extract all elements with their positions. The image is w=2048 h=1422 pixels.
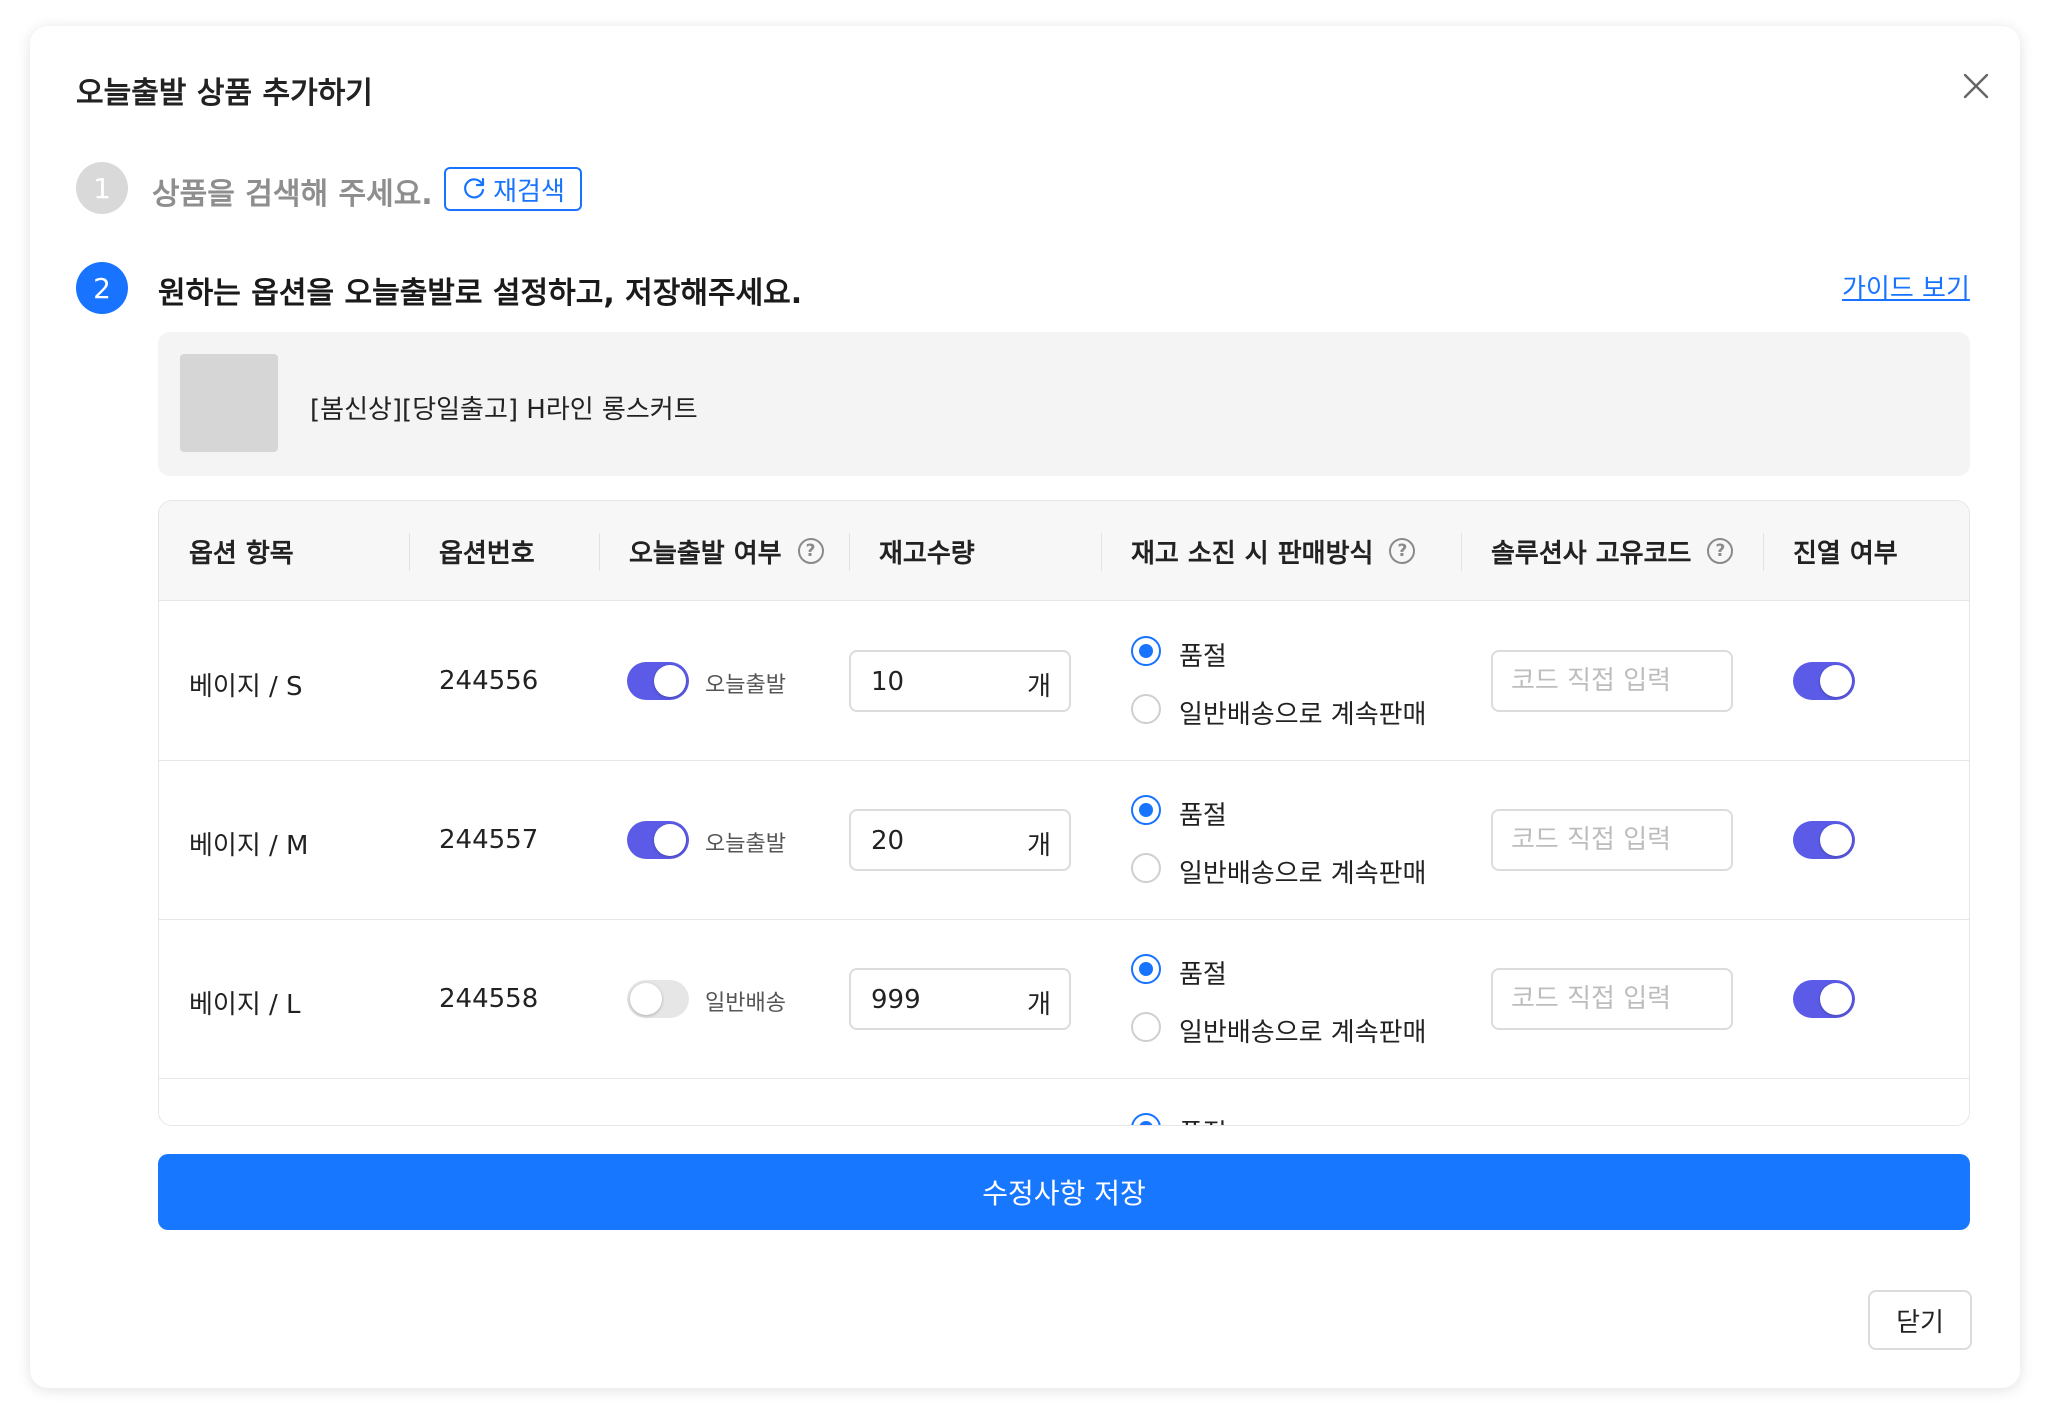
today-ship-label: 오늘출발 <box>705 832 786 857</box>
radio-soldout-label: 품절 <box>1179 801 1227 831</box>
save-changes-button[interactable]: 수정사항 저장 <box>158 1154 1970 1230</box>
modal-title: 오늘출발 상품 추가하기 <box>76 76 373 111</box>
modal-dialog: 오늘출발 상품 추가하기 1 상품을 검색해 주세요. 재검색 2 원하는 옵션… <box>30 26 2020 1388</box>
radio-continue-sale[interactable] <box>1131 1012 1161 1042</box>
stock-qty-value: 10 <box>871 667 905 697</box>
radio-continue-sale-label: 일반배송으로 계속판매 <box>1179 700 1427 730</box>
radio-soldout-label: 품절 <box>1179 960 1227 990</box>
table-row: 베이지 / L 244558 일반배송 999 개 품절 일반배송으로 계속판매 <box>159 920 1969 1079</box>
product-name: [봄신상][당일출고] H라인 롱스커트 <box>310 395 698 425</box>
option-name: 베이지 / S <box>189 672 303 702</box>
step-2-text: 원하는 옵션을 오늘출발로 설정하고, 저장해주세요. <box>158 276 803 311</box>
research-button-label: 재검색 <box>493 176 565 207</box>
stock-qty-input[interactable]: 20 개 <box>849 809 1071 871</box>
help-icon[interactable]: ? <box>1389 538 1416 564</box>
table-row: 베이지 / M 244557 오늘출발 20 개 품절 일반배송으로 계속판매 <box>159 761 1969 920</box>
product-summary: [봄신상][당일출고] H라인 롱스커트 <box>158 332 1970 476</box>
solution-code-input[interactable] <box>1491 809 1733 871</box>
today-ship-label: 일반배송 <box>705 991 786 1016</box>
radio-soldout-label: 품절 <box>1179 642 1227 672</box>
table-row: 품절 <box>159 1079 1969 1125</box>
table-row: 베이지 / S 244556 오늘출발 10 개 품절 일반배송으로 계속판매 <box>159 602 1969 761</box>
close-dialog-button[interactable]: 닫기 <box>1868 1290 1972 1350</box>
header-option-item: 옵션 항목 <box>189 538 294 569</box>
radio-soldout[interactable] <box>1131 954 1161 984</box>
option-number: 244556 <box>439 666 539 696</box>
stock-qty-value: 999 <box>871 985 921 1015</box>
refresh-icon <box>464 177 485 199</box>
option-number: 244558 <box>439 984 539 1014</box>
stock-qty-input[interactable]: 999 개 <box>849 968 1071 1030</box>
stock-qty-unit: 개 <box>1027 672 1051 702</box>
today-ship-label: 오늘출발 <box>705 673 786 698</box>
stock-qty-input[interactable]: 10 개 <box>849 650 1071 712</box>
research-button[interactable]: 재검색 <box>444 167 582 211</box>
option-name: 베이지 / L <box>189 990 301 1020</box>
radio-continue-sale[interactable] <box>1131 694 1161 724</box>
radio-soldout[interactable] <box>1131 795 1161 825</box>
header-display: 진열 여부 <box>1793 538 1898 569</box>
header-option-number: 옵션번호 <box>439 538 535 569</box>
options-table[interactable]: 옵션 항목 옵션번호 오늘출발 여부 ? 재고수량 재고 소진 시 판매방식 ?… <box>158 500 1970 1126</box>
radio-continue-sale-label: 일반배송으로 계속판매 <box>1179 859 1427 889</box>
stock-qty-unit: 개 <box>1027 990 1051 1020</box>
today-ship-toggle[interactable] <box>627 662 689 700</box>
radio-soldout[interactable] <box>1131 636 1161 666</box>
help-icon[interactable]: ? <box>1707 538 1734 564</box>
radio-continue-sale[interactable] <box>1131 853 1161 883</box>
guide-link[interactable]: 가이드 보기 <box>1842 268 1970 305</box>
close-button[interactable] <box>1952 62 2000 110</box>
stock-qty-unit: 개 <box>1027 831 1051 861</box>
display-toggle[interactable] <box>1793 662 1855 700</box>
step-2-badge: 2 <box>76 262 128 314</box>
close-icon <box>1963 73 1989 99</box>
help-icon[interactable]: ? <box>797 538 824 564</box>
table-header: 옵션 항목 옵션번호 오늘출발 여부 ? 재고수량 재고 소진 시 판매방식 ?… <box>159 501 1969 601</box>
option-number: 244557 <box>439 825 539 855</box>
today-ship-toggle[interactable] <box>627 821 689 859</box>
step-1-text: 상품을 검색해 주세요. <box>152 177 433 212</box>
header-stock-qty: 재고수량 <box>879 538 975 569</box>
solution-code-input[interactable] <box>1491 650 1733 712</box>
radio-soldout-label: 품절 <box>1179 1113 1227 1125</box>
option-name: 베이지 / M <box>189 831 309 861</box>
header-solution-code: 솔루션사 고유코드 ? <box>1491 501 1734 601</box>
radio-continue-sale-label: 일반배송으로 계속판매 <box>1179 1018 1427 1048</box>
today-ship-toggle[interactable] <box>627 980 689 1018</box>
header-today-ship: 오늘출발 여부 ? <box>629 501 824 601</box>
product-thumbnail <box>180 354 278 452</box>
step-1-badge: 1 <box>76 162 128 214</box>
solution-code-input[interactable] <box>1491 968 1733 1030</box>
display-toggle[interactable] <box>1793 980 1855 1018</box>
radio-soldout[interactable] <box>1131 1113 1161 1125</box>
display-toggle[interactable] <box>1793 821 1855 859</box>
stock-qty-value: 20 <box>871 826 905 856</box>
header-soldout-method: 재고 소진 시 판매방식 ? <box>1131 501 1416 601</box>
